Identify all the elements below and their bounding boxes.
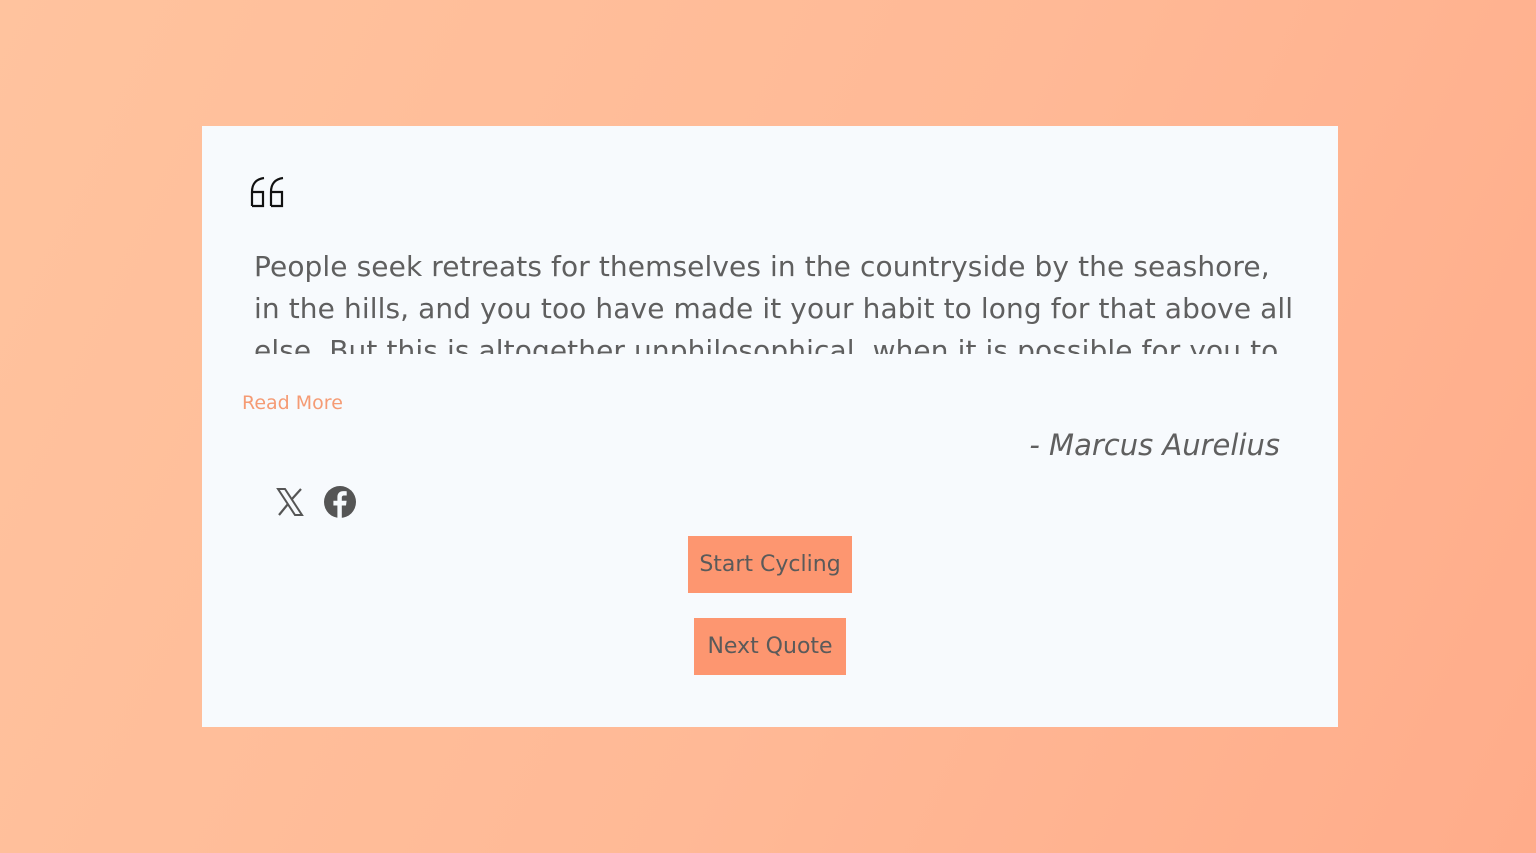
quote-card: People seek retreats for themselves in t…	[202, 126, 1338, 727]
next-quote-button[interactable]: Next Quote	[694, 618, 846, 675]
social-share-links	[272, 484, 358, 520]
facebook-icon	[324, 486, 356, 518]
quote-open-icon	[250, 176, 284, 208]
facebook-share-link[interactable]	[322, 484, 358, 520]
read-more-link[interactable]: Read More	[242, 392, 343, 414]
quote-text: People seek retreats for themselves in t…	[254, 250, 1294, 354]
x-twitter-share-link[interactable]	[272, 484, 308, 520]
x-twitter-icon	[276, 488, 304, 516]
start-cycling-button[interactable]: Start Cycling	[688, 536, 852, 593]
quote-author: - Marcus Aurelius	[1029, 428, 1280, 462]
